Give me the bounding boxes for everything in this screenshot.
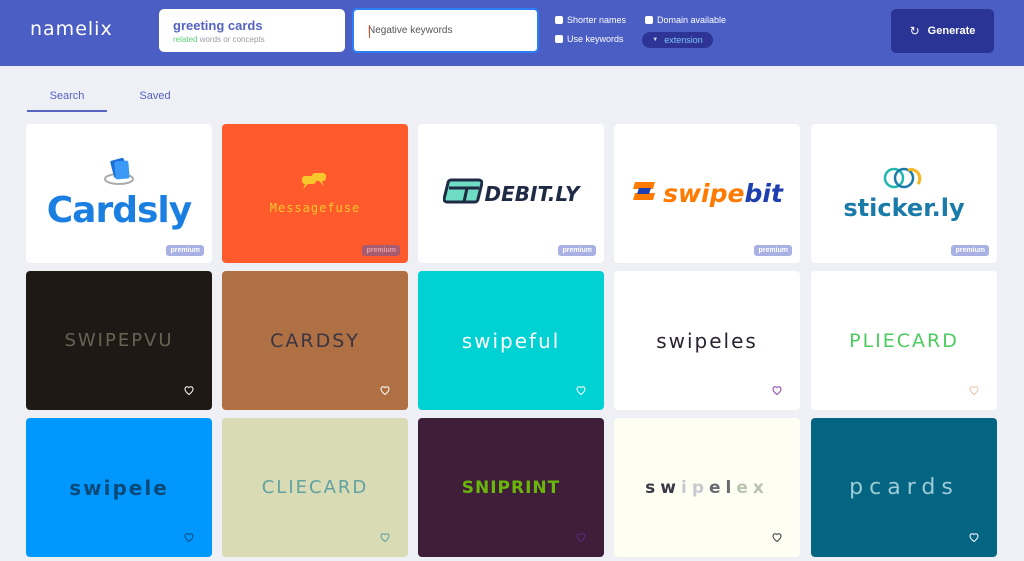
top-bar: namelix greeting cards related words or … [0,0,1024,66]
keywords-hint: related words or concepts [173,35,331,44]
logo-card[interactable]: PLIECARD [811,271,997,410]
logo-card[interactable]: SWIPEPVU [26,271,212,410]
logo-name: swipelex [645,478,769,498]
logo-name-part-1: swipe [663,179,745,208]
logo-name: swipeles [656,328,758,353]
extension-dropdown[interactable]: ▼ extension [642,32,713,48]
logo-name: Cardsly [46,190,192,231]
domain-available-checkbox[interactable]: Domain available [645,15,726,25]
credit-card-icon [442,178,484,209]
sticker-rings-icon [882,166,926,195]
logo-artwork: swipe bit [614,124,800,263]
logo-lockup: swipe bit [631,179,783,208]
heart-icon[interactable] [379,384,391,396]
logo-name: CLIECARD [261,477,369,498]
checkbox-box[interactable] [555,35,563,43]
checkbox-box[interactable] [555,16,563,24]
logo-card[interactable]: swipeful [418,271,604,410]
heart-icon[interactable] [183,531,195,543]
logo-letter: i [680,477,692,498]
premium-badge: premium [558,245,596,256]
tab-search[interactable]: Search [27,90,107,112]
heart-icon[interactable] [968,384,980,396]
heart-icon[interactable] [575,384,587,396]
heart-icon[interactable] [968,531,980,543]
premium-badge: premium [362,245,400,256]
shorter-names-label: Shorter names [567,15,627,25]
logo-name: SNIPRINT [461,477,561,498]
logo-lockup: DEBIT.LY [442,178,580,209]
use-keywords-checkbox[interactable]: Use keywords [555,34,624,44]
logo-artwork: Messagefuse [222,124,408,263]
logo-letter: x [752,477,769,498]
checkbox-box[interactable] [645,16,653,24]
heart-icon[interactable] [183,384,195,396]
generate-button[interactable]: ↻ Generate [891,9,994,53]
logo-card[interactable]: swipelex [614,418,800,557]
use-keywords-label: Use keywords [567,34,624,44]
logo-card[interactable]: swipeles [614,271,800,410]
premium-badge: premium [951,245,989,256]
heart-icon[interactable] [771,384,783,396]
logo-card[interactable]: CARDSY [222,271,408,410]
logo-letter: p [691,477,709,498]
keywords-value: greeting cards [173,18,263,33]
swipe-icon [631,180,657,207]
logo-card[interactable]: SNIPRINT [418,418,604,557]
logo-name: Messagefuse [269,201,361,215]
refresh-icon: ↻ [909,24,920,38]
logo-card[interactable]: sticker.ly premium [811,124,997,263]
logo-artwork: DEBIT.LY [418,124,604,263]
logo-name: swipele [69,475,169,500]
keywords-hint-highlight: related [173,35,198,44]
logo-name: DEBIT.LY [484,181,580,206]
logo-name: PLIECARD [849,329,959,352]
logo-letter: e [736,477,753,498]
logo-name: SWIPEPVU [64,330,174,351]
logo-name: pcards [849,475,959,500]
tab-saved[interactable]: Saved [115,90,195,102]
logo-letter: l [725,477,737,498]
caret-down-icon: ▼ [652,37,659,43]
logo-card[interactable]: pcards [811,418,997,557]
extension-label: extension [664,35,703,45]
heart-icon[interactable] [771,531,783,543]
logo-name: swipeful [461,328,561,353]
logo-name-part-2: bit [744,179,783,208]
heart-icon[interactable] [575,531,587,543]
heart-icon[interactable] [379,531,391,543]
negative-keywords-field[interactable] [352,8,539,53]
text-caret [369,25,370,38]
shorter-names-checkbox[interactable]: Shorter names [555,15,626,25]
domain-available-label: Domain available [657,15,727,25]
generate-label: Generate [927,25,976,37]
logo-letter: s [645,477,661,498]
cards-stack-icon [99,157,139,192]
logo-artwork: sticker.ly [811,124,997,263]
negative-keywords-input[interactable] [368,10,523,51]
premium-badge: premium [754,245,792,256]
logo-card[interactable]: DEBIT.LY premium [418,124,604,263]
logo-letter: w [660,477,681,498]
chat-bubbles-icon [300,172,330,195]
logo-name: CARDSY [270,329,360,352]
keywords-input[interactable]: greeting cards related words or concepts [159,9,345,52]
logo-name: sticker.ly [843,194,965,222]
logo-card[interactable]: CLIECARD [222,418,408,557]
logo-card[interactable]: swipele [26,418,212,557]
logo-card[interactable]: Cardsly premium [26,124,212,263]
logo-card[interactable]: Messagefuse premium [222,124,408,263]
logo-artwork: Cardsly [26,124,212,263]
logo-letter: e [708,477,726,498]
keywords-hint-rest: words or concepts [197,35,265,44]
premium-badge: premium [166,245,204,256]
logo-card[interactable]: swipe bit premium [614,124,800,263]
namelix-logo[interactable]: namelix [30,18,113,40]
